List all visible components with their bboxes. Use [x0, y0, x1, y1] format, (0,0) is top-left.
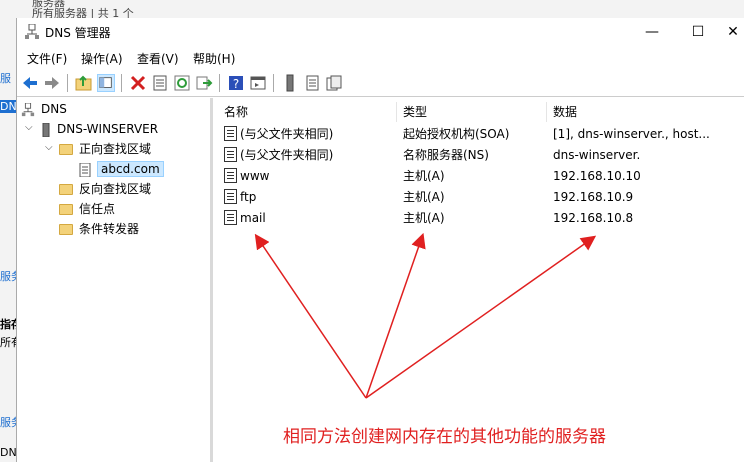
annotation-arrows [254, 232, 597, 399]
arrow-to-mail [254, 233, 367, 399]
arrow-to-type [365, 232, 426, 399]
arrow-to-data [365, 235, 597, 399]
annotation-caption: 相同方法创建网内存在的其他功能的服务器 [283, 427, 606, 447]
